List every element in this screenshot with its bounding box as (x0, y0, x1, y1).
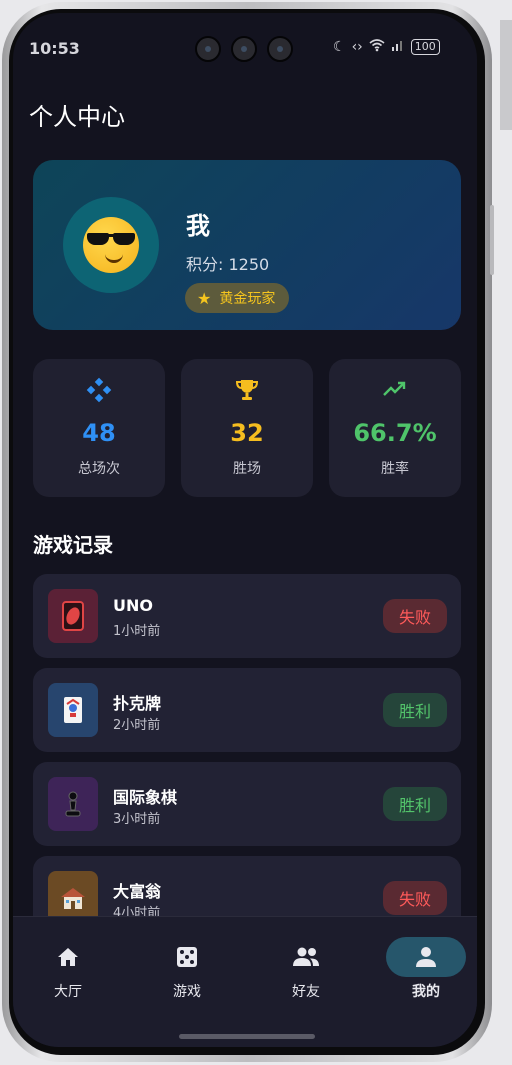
camera-cutout (195, 36, 293, 62)
stat-total-games: 48 总场次 (33, 359, 165, 497)
power-button (490, 205, 494, 275)
home-indicator[interactable] (179, 1034, 315, 1039)
nav-item-lobby[interactable]: 大厅 (28, 937, 108, 1007)
stat-value: 48 (82, 419, 116, 447)
avatar[interactable] (63, 197, 159, 293)
nav-item-profile[interactable]: 我的 (386, 937, 466, 1007)
home-icon (28, 937, 108, 977)
rank-badge: ★ 黄金玩家 (185, 283, 290, 313)
house-icon (48, 871, 98, 917)
nav-label: 我的 (412, 984, 440, 1000)
stat-value: 66.7% (353, 419, 437, 447)
nav-label: 好友 (292, 984, 320, 1000)
section-title: 游戏记录 (33, 533, 113, 557)
record-name: 大富翁 (113, 882, 162, 901)
list-item[interactable]: 大富翁 4小时前 失败 (33, 856, 461, 917)
result-badge: 胜利 (383, 693, 447, 727)
uno-card-icon (48, 589, 98, 643)
trophy-icon (181, 377, 313, 403)
list-item[interactable]: 扑克牌 2小时前 胜利 (33, 668, 461, 752)
record-name: 国际象棋 (113, 788, 178, 807)
stat-label: 胜率 (381, 461, 409, 477)
rank-label: 黄金玩家 (219, 291, 276, 307)
result-badge: 失败 (383, 599, 447, 633)
list-item[interactable]: UNO 1小时前 失败 (33, 574, 461, 658)
profile-score: 积分: 1250 (186, 255, 270, 274)
game-record-list[interactable]: UNO 1小时前 失败 扑克牌 2小时前 胜利 国际象棋 3小时前 胜利 大富翁 (33, 574, 461, 917)
wifi-icon (369, 38, 385, 56)
friends-icon (266, 937, 346, 977)
record-time: 4小时前 (113, 906, 161, 917)
battery-icon: 100 (410, 39, 440, 55)
moon-icon: ☾ (333, 39, 346, 55)
stat-win-rate: 66.7% 胜率 (329, 359, 461, 497)
joker-card-icon (48, 683, 98, 737)
nfc-icon: ‹› (351, 39, 363, 55)
side-panel (500, 20, 512, 130)
profile-card[interactable]: 我 积分: 1250 ★ 黄金玩家 (33, 160, 461, 330)
camera-icon (231, 36, 257, 62)
sunglasses-emoji-icon (83, 217, 139, 273)
gamepad-icon (33, 377, 165, 403)
nav-item-games[interactable]: 游戏 (147, 937, 227, 1007)
result-badge: 胜利 (383, 787, 447, 821)
stat-value: 32 (230, 419, 264, 447)
record-time: 3小时前 (113, 812, 161, 827)
stat-label: 总场次 (78, 461, 120, 477)
app-screen: 10:53 ☾ ‹› 100 个人中心 我 积分: 1250 ★ 黄金玩家 48… (13, 13, 477, 1047)
bottom-nav: 大厅 游戏 好友 我的 (13, 916, 477, 1047)
trending-up-icon (329, 377, 461, 403)
camera-icon (267, 36, 293, 62)
result-badge: 失败 (383, 881, 447, 915)
signal-icon (391, 38, 405, 56)
record-time: 1小时前 (113, 624, 161, 639)
camera-icon (195, 36, 221, 62)
chess-pawn-icon (48, 777, 98, 831)
page-title: 个人中心 (29, 103, 125, 131)
dice-icon (147, 937, 227, 977)
record-name: 扑克牌 (113, 694, 162, 713)
status-bar: 10:53 ☾ ‹› 100 (13, 35, 477, 62)
stat-label: 胜场 (233, 461, 261, 477)
nav-item-friends[interactable]: 好友 (266, 937, 346, 1007)
status-time: 10:53 (29, 39, 80, 58)
nav-label: 大厅 (54, 984, 82, 1000)
record-time: 2小时前 (113, 718, 161, 733)
profile-name: 我 (186, 212, 210, 240)
person-icon (386, 937, 466, 977)
stat-wins: 32 胜场 (181, 359, 313, 497)
nav-label: 游戏 (173, 984, 201, 1000)
record-name: UNO (113, 596, 153, 615)
star-icon: ★ (197, 288, 212, 308)
list-item[interactable]: 国际象棋 3小时前 胜利 (33, 762, 461, 846)
status-icons: ☾ ‹› 100 (333, 38, 440, 56)
